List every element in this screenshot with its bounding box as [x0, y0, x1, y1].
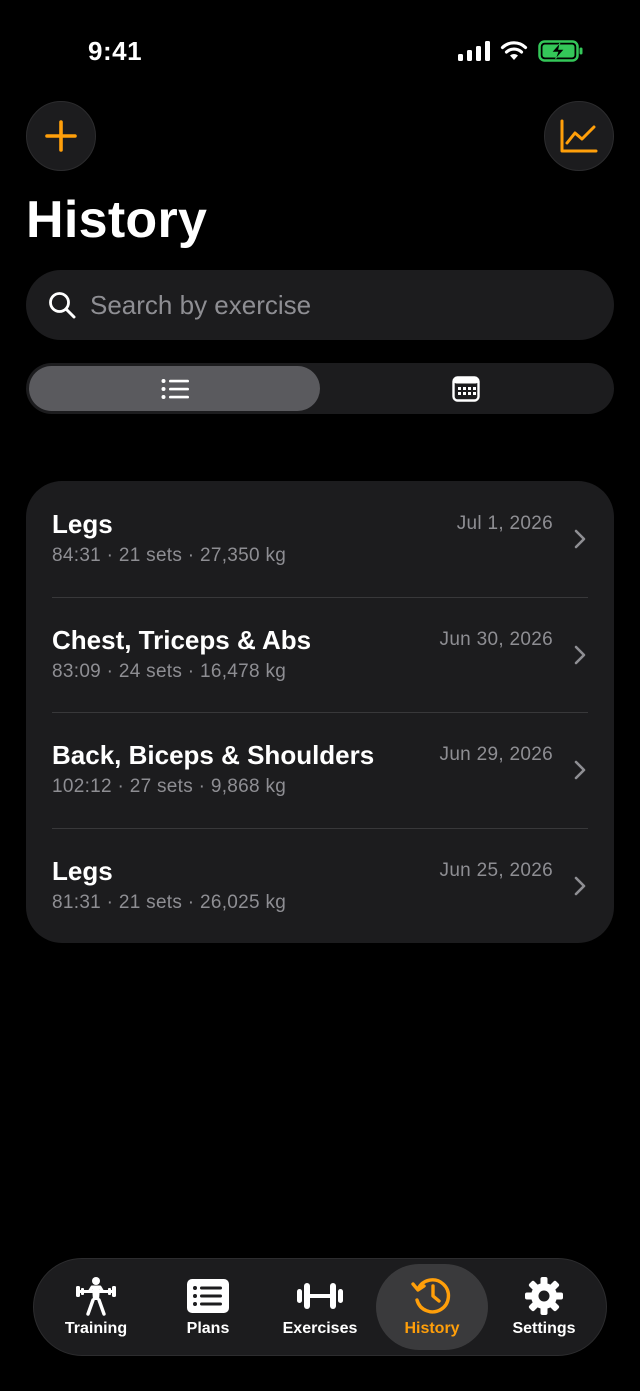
- plus-icon: [45, 120, 77, 152]
- list-view-tab[interactable]: [29, 366, 320, 411]
- chevron-right-icon: [574, 876, 586, 895]
- workout-date: Jun 30, 2026: [439, 628, 553, 650]
- status-bar: 9:41: [0, 0, 640, 100]
- tab-settings[interactable]: Settings: [488, 1264, 600, 1350]
- history-screen: 9:41 History Search by exercise Legs 84:…: [0, 0, 640, 1391]
- statistics-button[interactable]: [544, 101, 614, 171]
- workout-row[interactable]: Chest, Triceps & Abs 83:09 · 24 sets · 1…: [26, 596, 614, 713]
- page-title: History: [26, 191, 208, 249]
- tab-plans[interactable]: Plans: [152, 1264, 264, 1350]
- workout-date: Jun 29, 2026: [439, 744, 553, 765]
- workout-summary: 102:12 · 27 sets · 9,868 kg: [52, 776, 287, 797]
- workout-summary: 84:31 · 21 sets · 27,350 kg: [52, 545, 287, 566]
- chevron-right-icon: [574, 760, 586, 780]
- line-chart-icon: [560, 119, 598, 153]
- tab-training[interactable]: Training: [40, 1264, 152, 1350]
- search-bar[interactable]: [26, 270, 614, 340]
- search-icon: [49, 292, 76, 319]
- tab-label: Settings: [512, 1320, 576, 1337]
- list-card-icon: [187, 1279, 229, 1313]
- tab-exercises[interactable]: Exercises: [264, 1264, 376, 1350]
- gear-icon: [525, 1277, 563, 1315]
- dumbbell-icon: [297, 1283, 343, 1309]
- battery-charging-icon: [538, 40, 583, 62]
- calendar-icon: [451, 375, 480, 402]
- tab-history[interactable]: History: [376, 1264, 488, 1350]
- chevron-right-icon: [574, 529, 586, 549]
- workout-row[interactable]: Back, Biceps & Shoulders 102:12 · 27 set…: [26, 712, 614, 828]
- workout-summary: 81:31 · 21 sets · 26,025 kg: [52, 891, 287, 913]
- workout-row[interactable]: Legs 81:31 · 21 sets · 26,025 kg Jun 25,…: [26, 827, 614, 944]
- workout-summary: 83:09 · 24 sets · 16,478 kg: [52, 660, 287, 682]
- workout-title: Legs: [52, 855, 113, 886]
- workout-row[interactable]: Legs 84:31 · 21 sets · 27,350 kg Jul 1, …: [26, 481, 614, 597]
- calendar-view-tab[interactable]: [320, 366, 611, 411]
- workout-date: Jun 25, 2026: [439, 859, 553, 881]
- tab-label: Training: [64, 1320, 128, 1337]
- wifi-icon: [500, 41, 528, 60]
- list-icon: [161, 378, 189, 399]
- tab-label: History: [404, 1320, 460, 1337]
- workout-title: Back, Biceps & Shoulders: [52, 740, 375, 770]
- status-time: 9:41: [88, 36, 143, 66]
- tab-label: Plans: [186, 1320, 230, 1337]
- chevron-right-icon: [574, 645, 586, 664]
- add-workout-button[interactable]: [26, 101, 96, 171]
- workout-title: Legs: [52, 509, 113, 539]
- status-icons: [458, 40, 584, 62]
- tab-label: Exercises: [282, 1320, 358, 1337]
- tab-bar: Training Plans Exercises History Setting…: [33, 1258, 607, 1356]
- history-clock-icon: [411, 1278, 451, 1314]
- search-input[interactable]: [90, 289, 570, 321]
- workout-title: Chest, Triceps & Abs: [52, 624, 312, 655]
- view-mode-toggle: [26, 363, 614, 414]
- workout-history-list: Legs 84:31 · 21 sets · 27,350 kg Jul 1, …: [26, 481, 614, 943]
- workout-date: Jul 1, 2026: [456, 513, 553, 534]
- cellular-signal-icon: [458, 41, 490, 61]
- weightlifter-icon: [76, 1277, 116, 1316]
